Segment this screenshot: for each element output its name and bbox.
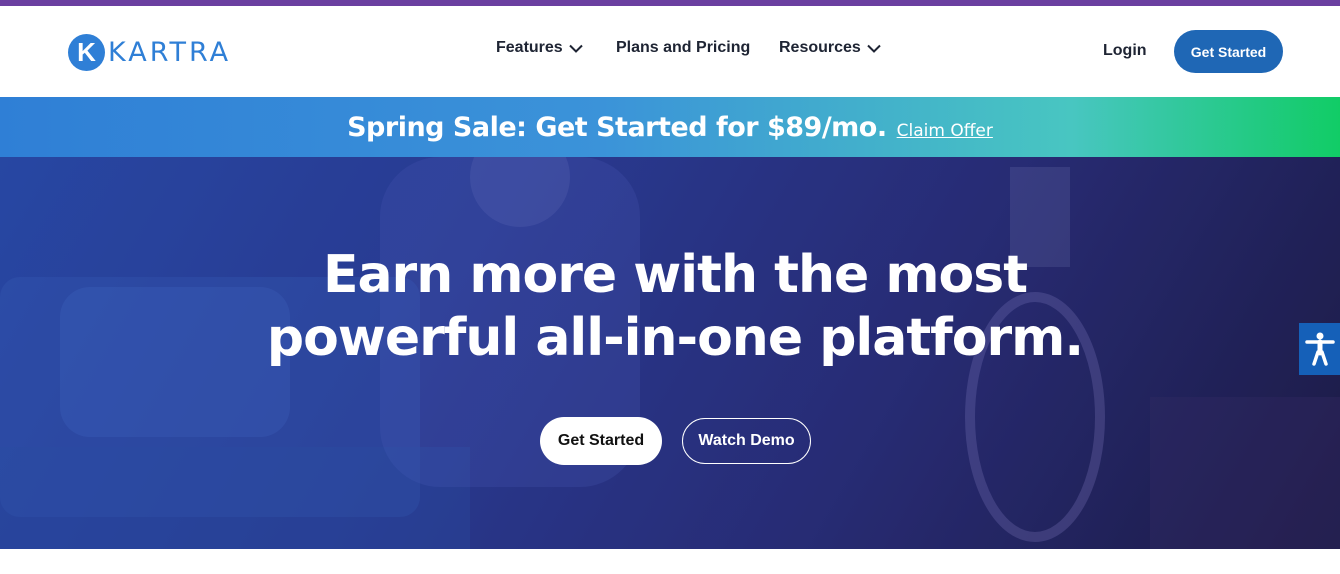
site-header: K KARTRA Features Plans and Pricing Reso…	[0, 6, 1340, 97]
hero-get-started-button[interactable]: Get Started	[540, 417, 662, 465]
hero-headline-line-1: Earn more with the most	[322, 245, 1028, 305]
promo-banner: Spring Sale: Get Started for $89/mo. Cla…	[0, 97, 1340, 157]
nav-item-label: Resources	[779, 39, 861, 56]
nav-item-label: Plans and Pricing	[616, 39, 751, 56]
chevron-down-icon	[867, 44, 881, 53]
login-link[interactable]: Login	[1103, 42, 1147, 60]
nav-item-label: Features	[496, 39, 563, 56]
nav-item-plans-and-pricing[interactable]: Plans and Pricing	[616, 39, 750, 57]
chevron-down-icon	[568, 44, 583, 53]
watch-demo-button[interactable]: Watch Demo	[682, 418, 811, 464]
claim-offer-link[interactable]: Claim Offer	[897, 121, 993, 141]
hero-section: Earn more with the most powerful all-in-…	[0, 157, 1340, 549]
header-get-started-button[interactable]: Get Started	[1174, 30, 1283, 73]
hero-headline: Earn more with the most powerful all-in-…	[0, 244, 1340, 370]
nav-item-resources[interactable]: Resources	[779, 39, 881, 57]
accessibility-person-icon	[1304, 332, 1335, 366]
promo-text: Spring Sale: Get Started for $89/mo.	[347, 111, 887, 143]
hero-headline-line-2: powerful all-in-one platform.	[266, 308, 1084, 368]
accessibility-button[interactable]	[1299, 323, 1340, 375]
nav-item-features[interactable]: Features	[496, 39, 583, 57]
